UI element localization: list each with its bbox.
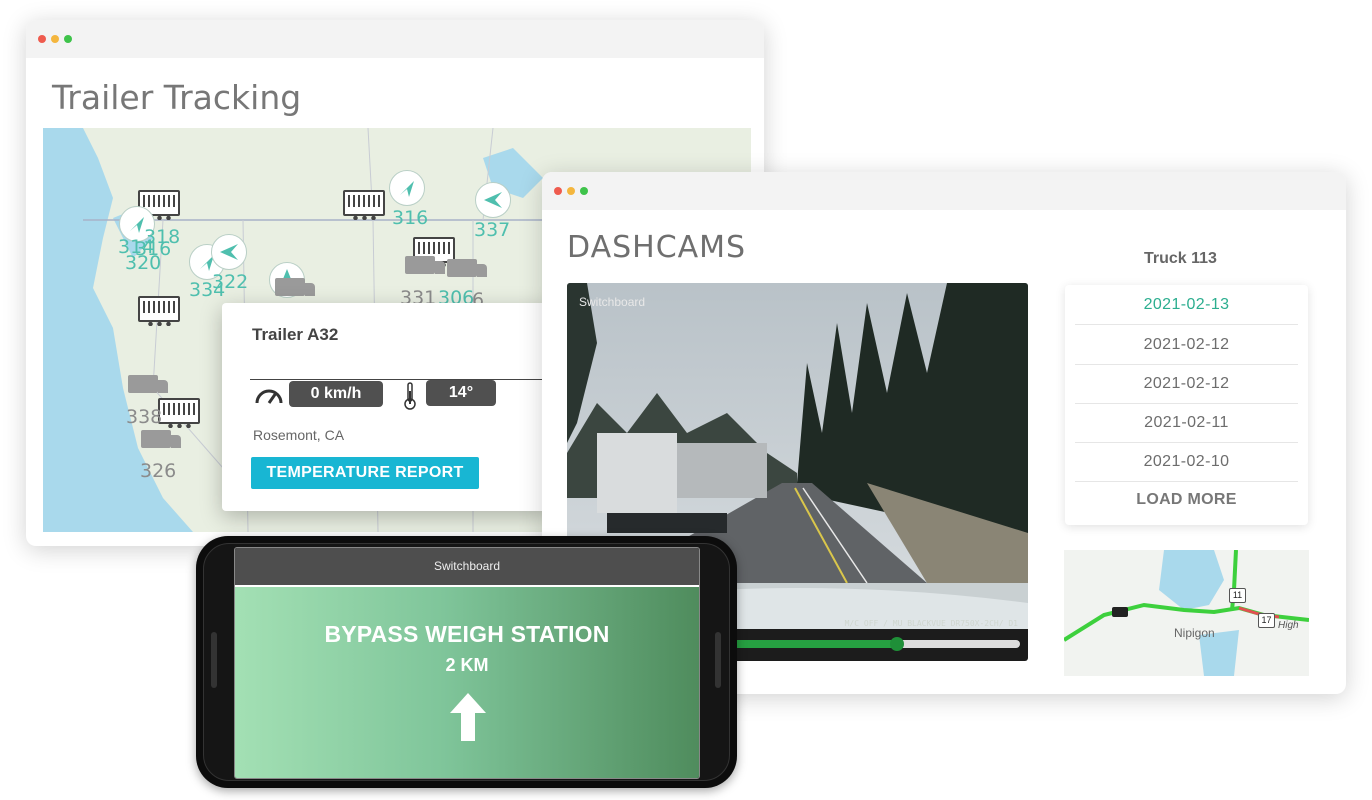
phone-side-button [715,632,721,688]
marker-label: 316 [392,207,429,229]
truck-location-minimap[interactable]: 11 17 Nipigon High [1064,550,1309,676]
navigation-arrow-icon[interactable] [389,170,425,206]
maximize-dot-icon[interactable] [580,187,588,195]
page-title: DASHCAMS [567,230,747,265]
speed-value: 0 km/h [289,381,383,407]
trailer-icon[interactable] [158,398,200,428]
truck-icon[interactable] [447,259,487,277]
video-logo: Switchboard [579,295,646,309]
navigation-arrow-icon[interactable] [211,234,247,270]
load-more-button[interactable]: LOAD MORE [1075,481,1298,519]
marker-label: 320 [125,252,162,274]
recording-date-list: 2021-02-13 2021-02-12 2021-02-12 2021-02… [1065,285,1308,525]
date-list-item[interactable]: 2021-02-12 [1075,325,1298,365]
minimize-dot-icon[interactable] [51,35,59,43]
minimize-dot-icon[interactable] [567,187,575,195]
temperature-report-button[interactable]: TEMPERATURE REPORT [251,457,479,489]
date-list-item[interactable]: 2021-02-12 [1075,364,1298,404]
truck-name: Truck 113 [1144,250,1217,267]
divider [250,379,552,380]
scrubber-handle[interactable] [890,637,905,651]
date-list-item[interactable]: 2021-02-11 [1075,403,1298,443]
up-arrow-icon [450,693,486,741]
maximize-dot-icon[interactable] [64,35,72,43]
minimap-place-label: Nipigon [1174,626,1215,640]
truck-icon[interactable] [128,375,168,393]
popup-location: Rosemont, CA [253,427,345,443]
truck-icon[interactable] [275,278,315,296]
screen-header: Switchboard [235,548,699,587]
trailer-icon[interactable] [343,190,385,220]
page-title: Trailer Tracking [52,78,302,117]
window-titlebar [542,172,1346,210]
date-list-item[interactable]: 2021-02-10 [1075,442,1298,482]
date-list-item[interactable]: 2021-02-13 [1075,285,1298,325]
truck-icon[interactable] [1112,607,1128,617]
alert-message: BYPASS WEIGH STATION [324,621,610,647]
marker-label: 337 [474,219,511,241]
phone-device: Switchboard BYPASS WEIGH STATION 2 KM [196,536,737,788]
minimap-road-label: High [1278,620,1299,631]
phone-side-button [211,632,217,688]
thermometer-icon [404,382,416,410]
marker-label: 334 [189,279,226,301]
popup-title: Trailer A32 [252,325,339,344]
highway-shield: 11 [1229,588,1246,603]
close-dot-icon[interactable] [38,35,46,43]
truck-icon[interactable] [141,430,181,448]
alert-panel: BYPASS WEIGH STATION 2 KM [235,587,699,778]
marker-label: 338 [126,406,163,428]
switchboard-logo: Switchboard [433,559,501,573]
trailer-icon[interactable] [138,296,180,326]
temperature-value: 14° [426,380,496,406]
marker-label: 326 [140,460,177,482]
phone-screen: Switchboard BYPASS WEIGH STATION 2 KM [234,547,700,779]
alert-distance: 2 KM [445,655,489,675]
truck-icon[interactable] [405,256,445,274]
close-dot-icon[interactable] [554,187,562,195]
speedometer-icon [255,389,283,404]
trailer-popup: Trailer A32 0 km/h 14° Rosemont, CA TEMP… [222,303,552,511]
video-overlay-text: M/C OFF / MU BLACKVUE DR750X-2CH/ D1 [844,619,1018,628]
highway-shield: 17 [1258,613,1275,628]
window-titlebar [26,20,764,58]
navigation-arrow-icon[interactable] [475,182,511,218]
